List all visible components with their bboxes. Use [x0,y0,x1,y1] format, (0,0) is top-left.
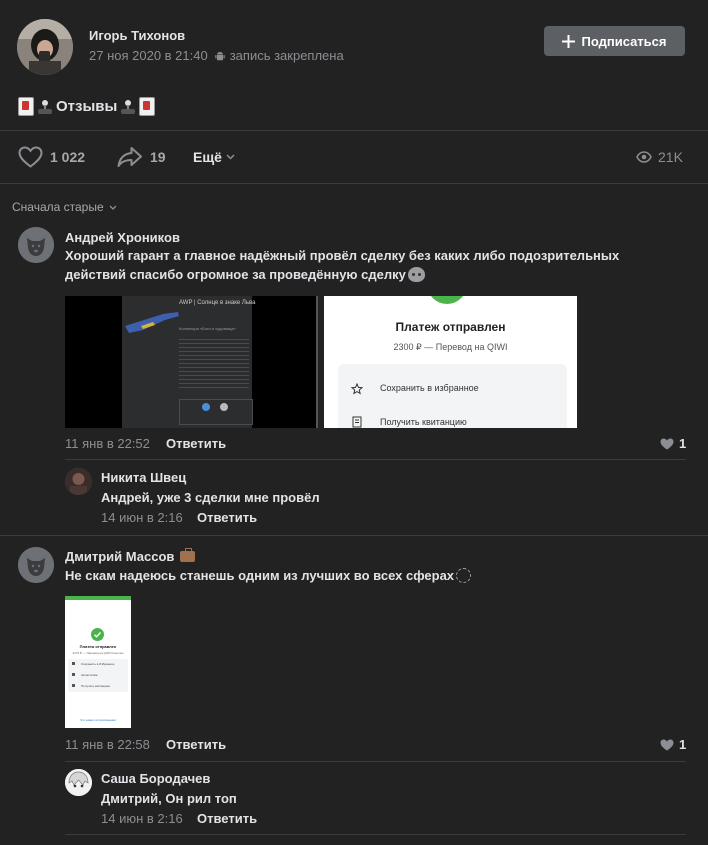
sort-dropdown[interactable]: Сначала старые [12,200,117,214]
autopay-label: Автоплатёж [81,673,98,677]
android-icon [215,51,225,60]
share-icon [117,147,142,167]
comment-like-button[interactable]: 1 [660,737,686,752]
payment-heading: Платеж отправлен [395,320,506,334]
skin-title: AWP | Солнце в знаке Льва [179,300,256,306]
comment-text-line: действий спасибо огромное за проведённую… [65,267,406,282]
divider [0,130,708,131]
post-author-name[interactable]: Игорь Тихонов [89,28,185,43]
joystick-icon [37,99,53,115]
success-check-icon [427,296,467,304]
commenter-avatar[interactable] [65,769,92,796]
comment-like-count: 1 [679,737,687,752]
reply-button[interactable]: Ответить [197,510,257,525]
commenter-avatar[interactable] [65,468,92,495]
payment-heading: Платеж отправлен [79,644,117,649]
payment-amount: 2473 ₽ — Перевод на QIWI Кошелек [72,651,124,655]
success-check-icon [91,628,104,641]
comment-photo[interactable]: AWP | Солнце в знаке Льва Коллекция «Бог… [65,296,318,428]
skin-collection: Коллекция «Боги и чудовища» [179,326,236,331]
share-count: 19 [150,149,166,165]
views: 21K [636,149,683,165]
divider [0,183,708,184]
payment-amount: 2300 ₽ — Перевод на QIWI [393,342,508,352]
rifle-icon [125,312,179,333]
comment-text: Хороший гарант а главное надёжный провёл… [65,246,619,284]
comment-text-line: Хороший гарант а главное надёжный провёл… [65,248,620,263]
divider [65,459,686,460]
briefcase-emoji-icon [180,548,196,562]
like-button[interactable]: 1 022 [18,146,85,168]
get-receipt-label: Получить квитанцию [81,684,110,688]
save-favorite-label: Сохранить в избранное [380,383,479,393]
reply-date[interactable]: 14 июн в 2:16 [101,811,183,826]
dog-icon [18,547,54,583]
post-meta: 27 ноя 2020 в 21:40 запись закреплена [89,48,344,63]
chevron-down-icon [109,205,117,210]
post-date[interactable]: 27 ноя 2020 в 21:40 [89,48,208,63]
reply-button[interactable]: Ответить [166,737,226,752]
comment-author[interactable]: Дмитрий Массов [65,549,174,564]
divider [0,535,708,536]
comment-text: Не скам надеюсь станешь одним из лучших … [65,568,455,583]
chevron-down-icon [226,154,235,160]
heart-icon [660,438,674,449]
receipt-icon [352,416,362,428]
card-emoji-icon [139,97,156,116]
share-button[interactable]: 19 [117,146,166,168]
post-text-label: Отзывы [56,98,118,115]
more-label: Ещё [193,149,222,165]
heart-icon [18,146,43,168]
comment-like-button[interactable]: 1 [660,436,686,451]
plus-icon [562,34,576,48]
card-emoji-icon [18,97,34,116]
get-receipt-label: Получить квитанцию [380,417,467,427]
reply-button[interactable]: Ответить [166,436,226,451]
comment-date[interactable]: 11 янв в 22:58 [65,737,150,752]
more-button[interactable]: Ещё [193,149,235,165]
comment-photo[interactable]: Платеж отправлен 2300 ₽ — Перевод на QIW… [324,296,577,428]
divider [65,834,686,835]
avatar-photo [65,769,92,796]
reply-date[interactable]: 14 июн в 2:16 [101,510,183,525]
comment-text-line-2: действий спасибо огромное за проведённую… [65,265,619,284]
heart-icon [660,739,674,750]
reply-button[interactable]: Ответить [197,811,257,826]
comment-photo[interactable]: Платеж отправлен 2473 ₽ — Перевод на QIW… [65,596,131,728]
comment-author[interactable]: Андрей Хроников [65,230,180,245]
cobweb-emoji-icon [456,568,472,583]
comment-date[interactable]: 11 янв в 22:52 [65,436,150,451]
comment-like-count: 1 [679,436,687,451]
views-count: 21K [658,149,683,165]
reply-text: Дмитрий, Он рил топ [101,791,237,806]
whats-new-label: Что нового в приложении [80,718,116,722]
comment-text-row: Не скам надеюсь станешь одним из лучших … [65,566,472,585]
commenter-avatar[interactable] [18,227,54,263]
subscribe-label: Подписаться [581,33,667,49]
post-text: Отзывы [18,97,156,116]
save-favorite-label: Сохранить в Избранное [81,662,115,666]
pinned-label: запись закреплена [229,48,344,63]
joystick-icon [120,99,136,115]
cat-emoji-icon [407,267,425,282]
divider [65,761,686,762]
subscribe-button[interactable]: Подписаться [544,26,685,56]
reply-author[interactable]: Саша Бородачев [101,771,210,786]
sort-label: Сначала старые [12,200,104,214]
like-count: 1 022 [50,149,86,165]
reply-author[interactable]: Никита Швец [101,470,186,485]
star-icon [351,383,363,395]
author-avatar[interactable] [17,19,73,75]
dog-icon [18,227,54,263]
reply-text: Андрей, уже 3 сделки мне провёл [101,490,320,505]
comment-author-row: Дмитрий Массов [65,548,196,564]
commenter-avatar[interactable] [18,547,54,583]
eye-icon [636,151,652,163]
avatar-photo [65,468,92,495]
avatar-photo [17,19,73,75]
